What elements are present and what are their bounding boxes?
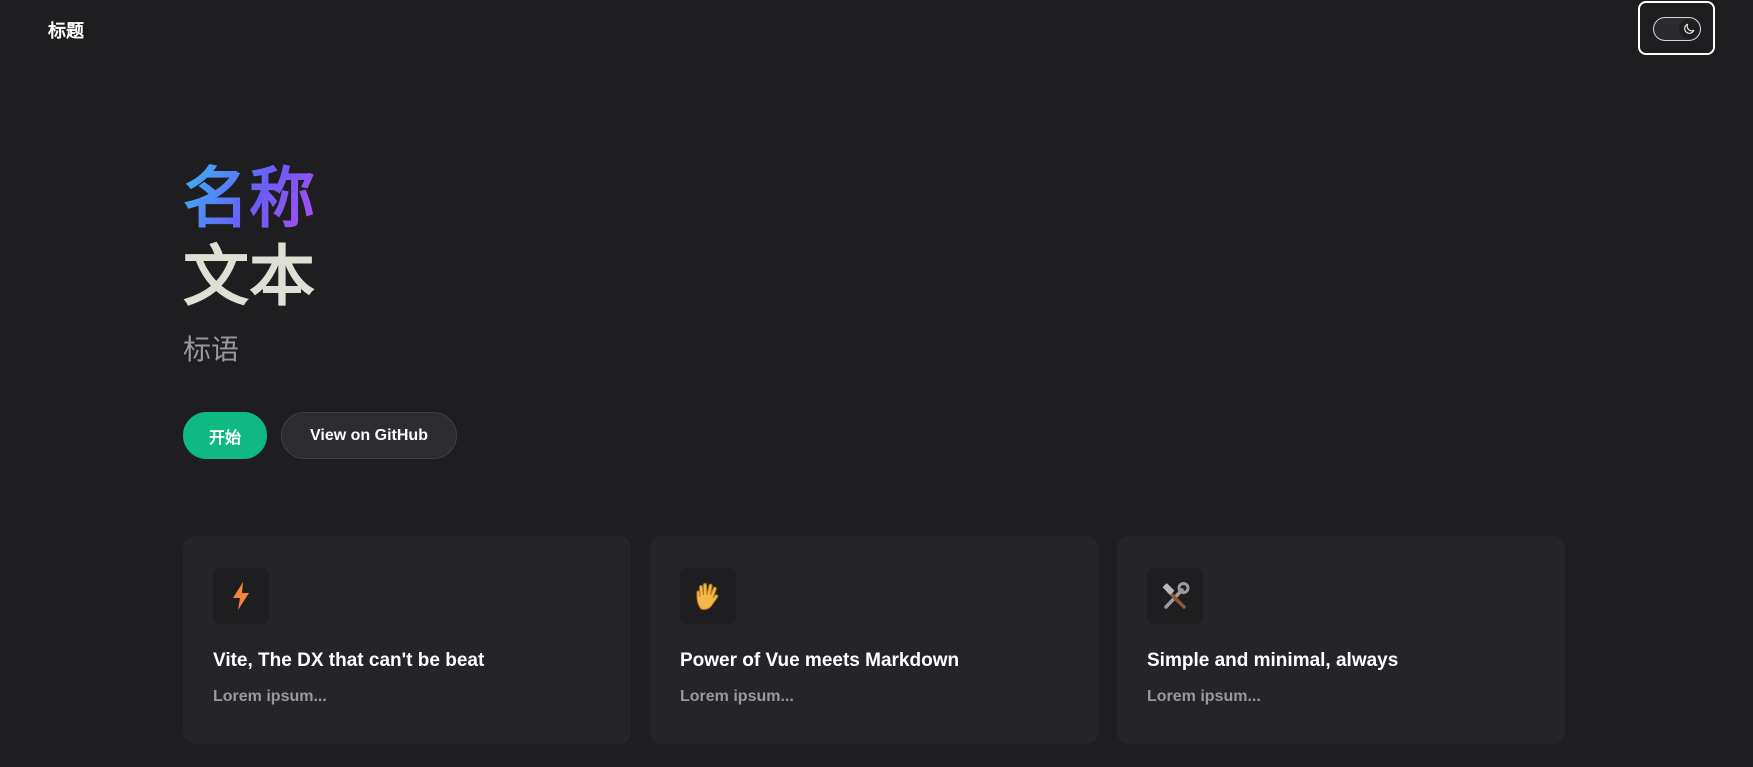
feature-details: Lorem ipsum... xyxy=(213,688,327,705)
lightning-icon-svg xyxy=(233,582,249,610)
site-title[interactable]: 标题 xyxy=(48,17,84,43)
vulcan-salute-icon xyxy=(680,568,736,624)
moon-icon-svg xyxy=(1684,23,1695,34)
feature-card: Simple and minimal, always Lorem ipsum..… xyxy=(1117,536,1565,744)
feature-details: Lorem ipsum... xyxy=(680,688,794,705)
hammer-wrench-icon xyxy=(1147,568,1203,624)
features-section: Vite, The DX that can't be beat Lorem ip… xyxy=(183,536,1565,744)
feature-details: Lorem ipsum... xyxy=(1147,688,1261,705)
vulcan-salute-icon-svg xyxy=(696,583,719,611)
theme-toggle-switch[interactable] xyxy=(1653,17,1701,41)
feature-card: Vite, The DX that can't be beat Lorem ip… xyxy=(183,536,631,744)
hero-text: 文本 xyxy=(183,238,315,315)
feature-title: Vite, The DX that can't be beat xyxy=(213,650,485,671)
moon-icon xyxy=(1679,19,1699,39)
hero-section: 名称 文本 标语 xyxy=(183,160,315,370)
hero-actions: 开始 View on GitHub xyxy=(183,412,457,459)
get-started-button[interactable]: 开始 xyxy=(183,412,267,459)
feature-title: Simple and minimal, always xyxy=(1147,650,1399,671)
hammer-wrench-icon-svg xyxy=(1162,582,1190,609)
view-on-github-button[interactable]: View on GitHub xyxy=(281,412,457,459)
hero-name: 名称 xyxy=(183,160,315,237)
lightning-icon xyxy=(213,568,269,624)
feature-title: Power of Vue meets Markdown xyxy=(680,650,960,671)
feature-card: Power of Vue meets Markdown Lorem ipsum.… xyxy=(650,536,1098,744)
theme-toggle-focus-ring xyxy=(1638,1,1715,55)
top-navigation-bar: 标题 xyxy=(0,0,1753,62)
hero-tagline: 标语 xyxy=(183,333,240,366)
